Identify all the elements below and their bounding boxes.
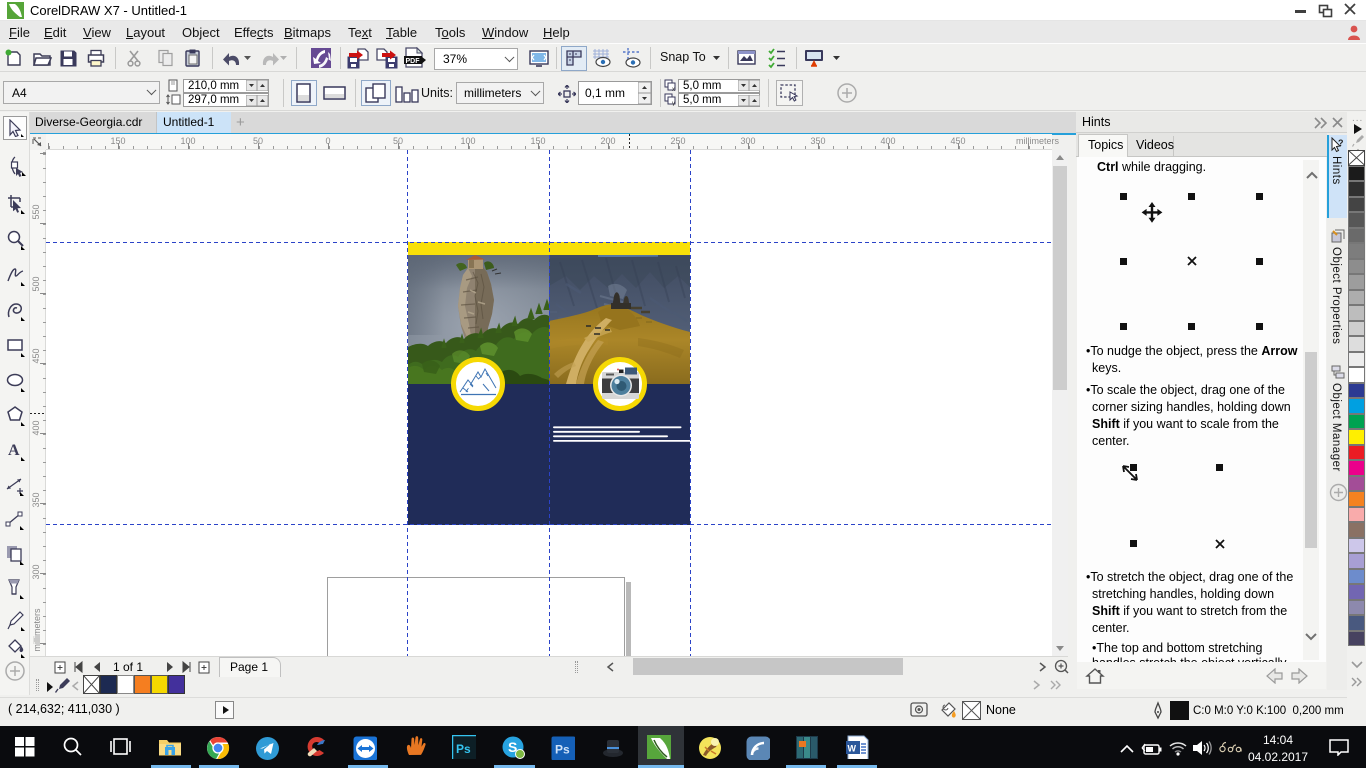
svg-text:Ps: Ps	[456, 742, 471, 756]
svg-text:x: x	[672, 87, 675, 92]
svg-text:PDF: PDF	[406, 58, 421, 65]
svg-text:?: ?	[1338, 138, 1344, 148]
svg-text:A: A	[8, 442, 20, 459]
svg-text:y: y	[672, 101, 675, 106]
svg-text:Ps: Ps	[555, 743, 570, 757]
svg-text:W: W	[848, 744, 857, 754]
